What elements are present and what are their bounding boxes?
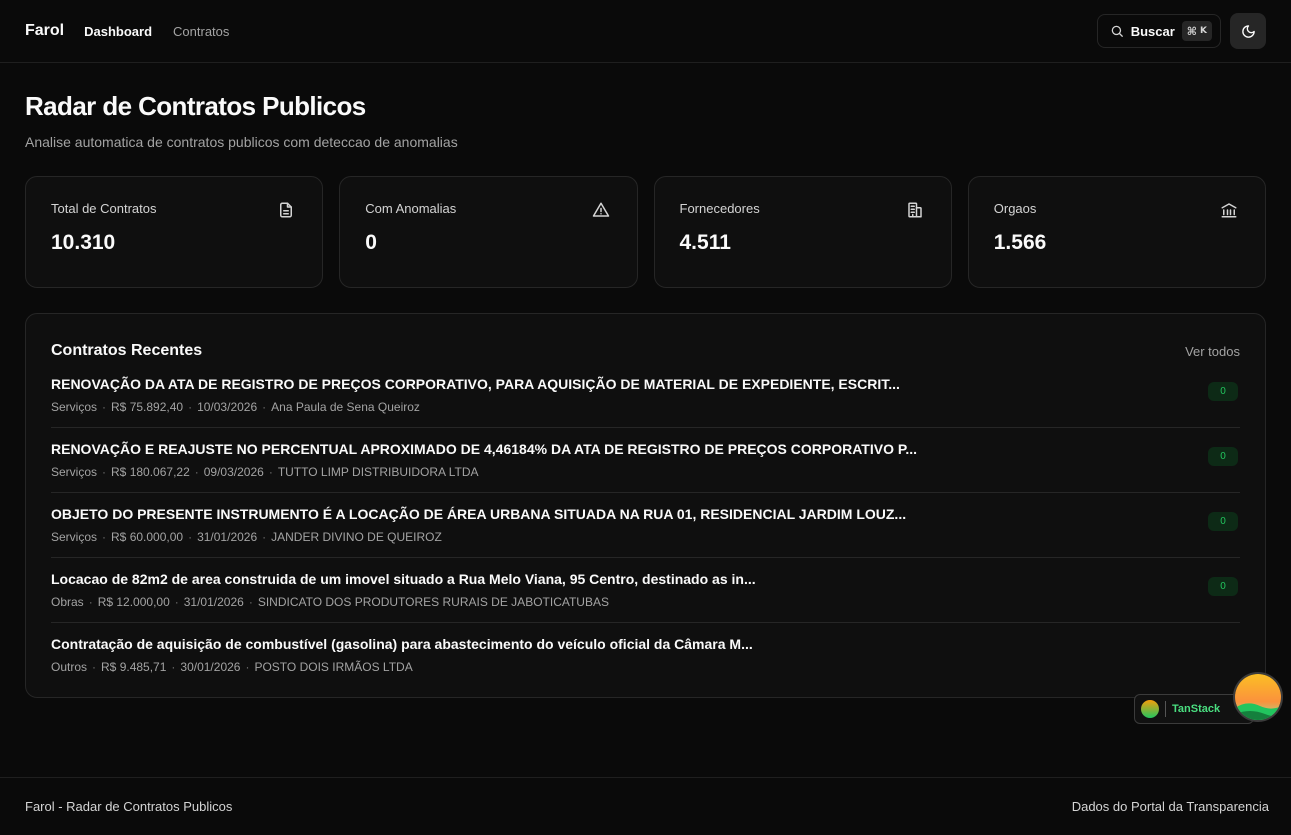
nav-dashboard[interactable]: Dashboard	[84, 24, 152, 39]
stat-label: Orgaos	[993, 201, 1037, 216]
stat-card-orgaos: Orgaos 1.566	[967, 176, 1266, 288]
contract-title: RENOVAÇÃO E REAJUSTE NO PERCENTUAL APROX…	[51, 441, 918, 457]
nav-contratos[interactable]: Contratos	[173, 24, 229, 39]
contract-row[interactable]: Contratação de aquisição de combustível …	[51, 636, 1240, 687]
contract-row[interactable]: RENOVAÇÃO E REAJUSTE NO PERCENTUAL APROX…	[51, 441, 1240, 493]
contract-date: 30/01/2026	[180, 660, 241, 674]
page-title: Radar de Contratos Publicos	[25, 91, 366, 121]
divider	[1165, 701, 1166, 717]
contract-value: R$ 75.892,40	[111, 400, 184, 414]
stat-value: 0	[365, 231, 377, 254]
contract-supplier: Ana Paula de Sena Queiroz	[271, 400, 420, 414]
stats-row: Total de Contratos 10.310 Com Anomalias …	[25, 176, 1266, 288]
tanstack-label: TanStack	[1172, 703, 1221, 715]
contract-title: RENOVAÇÃO DA ATA DE REGISTRO DE PREÇOS C…	[51, 376, 900, 392]
contract-category: Serviços	[51, 530, 98, 544]
document-icon	[280, 202, 293, 218]
brand-logo[interactable]: Farol	[25, 22, 64, 40]
landmark-icon	[1221, 203, 1237, 218]
contract-date: 31/01/2026	[197, 530, 258, 544]
header-actions: Buscar ⌘ K	[1096, 13, 1266, 49]
contract-category: Serviços	[51, 400, 98, 414]
contract-meta: Serviços · R$ 60.000,00 · 31/01/2026 · JANDER …	[51, 530, 442, 544]
contract-supplier: POSTO DOIS IRMÃOS LTDA	[254, 660, 413, 674]
search-label: Buscar	[1130, 23, 1175, 39]
stat-card-fornecedores: Fornecedores 4.511	[653, 176, 952, 288]
tanstack-bubble-icon	[1235, 674, 1281, 720]
contract-date: 09/03/2026	[203, 465, 264, 479]
theme-toggle-button[interactable]	[1230, 13, 1266, 49]
contract-supplier: TUTTO LIMP DISTRIBUIDORA LTDA	[277, 465, 479, 479]
contract-value: R$ 12.000,00	[97, 595, 170, 609]
see-all-link[interactable]: Ver todos	[1185, 344, 1240, 359]
contract-value: R$ 60.000,00	[111, 530, 184, 544]
contract-supplier: SINDICATO DOS PRODUTORES RURAIS DE JABOT…	[257, 595, 609, 609]
contract-meta: Obras · R$ 12.000,00 · 31/01/2026 · SINDICATO …	[51, 595, 609, 609]
anomaly-score-badge: 0	[1208, 382, 1238, 401]
contract-category: Serviços	[51, 465, 98, 479]
recent-contracts-header: Contratos Recentes Ver todos	[51, 342, 1240, 360]
contract-title: Contratação de aquisição de combustível …	[51, 636, 753, 652]
moon-icon	[1241, 24, 1255, 38]
command-key-icon: ⌘	[1186, 24, 1198, 38]
recent-contracts-title: Contratos Recentes	[51, 342, 203, 359]
warning-triangle-icon	[592, 202, 609, 217]
page: Farol Dashboard Contratos Buscar ⌘ K Rad…	[0, 0, 1291, 835]
stat-value: 1.566	[993, 231, 1047, 254]
stat-value: 10.310	[51, 231, 116, 254]
contract-value: R$ 9.485,71	[101, 660, 167, 674]
contract-date: 31/01/2026	[183, 595, 244, 609]
contract-meta: Serviços · R$ 180.067,22 · 09/03/2026 · TUTTO …	[51, 465, 479, 479]
anomaly-score-badge: 0	[1208, 577, 1238, 596]
stat-value: 4.511	[679, 231, 731, 254]
tanstack-devtools-bubble[interactable]	[1233, 672, 1283, 722]
search-shortcut: ⌘ K	[1181, 21, 1212, 41]
contract-title: Locacao de 82m2 de area construida de um…	[51, 571, 756, 587]
stat-label: Fornecedores	[679, 201, 760, 216]
contract-value: R$ 180.067,22	[111, 465, 190, 479]
footer-source: Dados do Portal da Transparencia	[1071, 799, 1269, 814]
contract-meta: Outros · R$ 9.485,71 · 30/01/2026 · POSTO DOIS…	[51, 660, 413, 674]
shortcut-key: K	[1200, 26, 1207, 36]
stat-card-total-contratos: Total de Contratos 10.310	[25, 176, 324, 288]
search-button[interactable]: Buscar ⌘ K	[1096, 14, 1221, 48]
footer-brand: Farol - Radar de Contratos Publicos	[25, 799, 233, 814]
footer: Farol - Radar de Contratos Publicos Dado…	[0, 777, 1291, 835]
anomaly-score-badge: 0	[1208, 512, 1238, 531]
recent-contracts-card: Contratos Recentes Ver todos RENOVAÇÃO D…	[25, 313, 1266, 698]
building-icon	[908, 202, 922, 218]
contract-row[interactable]: RENOVAÇÃO DA ATA DE REGISTRO DE PREÇOS C…	[51, 376, 1240, 428]
top-navbar: Farol Dashboard Contratos Buscar ⌘ K	[0, 0, 1291, 63]
contract-category: Obras	[51, 595, 84, 609]
contract-row[interactable]: Locacao de 82m2 de area construida de um…	[51, 571, 1240, 623]
main-content: Radar de Contratos Publicos Analise auto…	[0, 63, 1291, 698]
contract-supplier: JANDER DIVINO DE QUEIROZ	[271, 530, 442, 544]
search-icon	[1111, 25, 1123, 37]
contract-title: OBJETO DO PRESENTE INSTRUMENTO É A LOCAÇ…	[51, 506, 907, 522]
stat-card-com-anomalias: Com Anomalias 0	[339, 176, 638, 288]
page-subtitle: Analise automatica de contratos publicos…	[25, 134, 458, 150]
anomaly-score-badge: 0	[1208, 447, 1238, 466]
contract-category: Outros	[51, 660, 88, 674]
contract-meta: Serviços · R$ 75.892,40 · 10/03/2026 · Ana Pau…	[51, 400, 420, 414]
tanstack-logo-icon	[1141, 700, 1159, 718]
contract-date: 10/03/2026	[197, 400, 258, 414]
stat-label: Com Anomalias	[365, 201, 457, 216]
contract-row[interactable]: OBJETO DO PRESENTE INSTRUMENTO É A LOCAÇ…	[51, 506, 1240, 558]
stat-label: Total de Contratos	[51, 201, 157, 216]
